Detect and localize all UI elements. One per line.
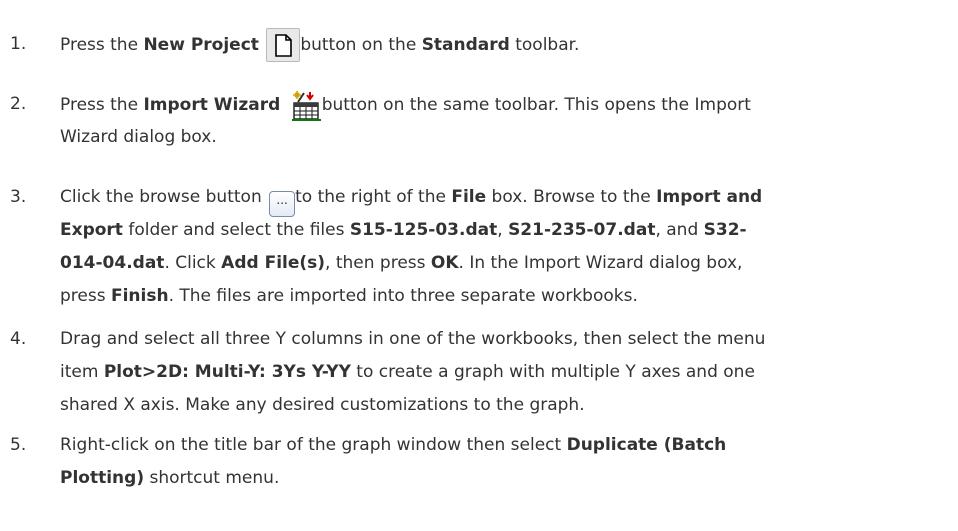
step-line: Right-click on the title bar of the grap… <box>60 429 726 462</box>
text <box>280 95 285 115</box>
step-number: 5. <box>10 435 27 455</box>
text: box. Browse to the <box>486 187 657 207</box>
text: press <box>60 286 111 306</box>
menu-item: Plotting) <box>60 468 145 488</box>
text: . The files are imported into three sepa… <box>168 286 638 306</box>
ui-term: Finish <box>110 286 169 306</box>
text: shared X axis. Make any desired customiz… <box>60 395 585 415</box>
ui-term: Import Wizard <box>143 95 281 115</box>
ui-term: Export <box>60 220 123 240</box>
step-line: item Plot>2D: Multi-Y: 3Ys Y-YY to creat… <box>60 356 755 389</box>
text: , <box>497 220 509 240</box>
ui-term: New Project <box>143 35 259 55</box>
text: . In the Import Wizard dialog box, <box>458 253 743 273</box>
step-number: 2. <box>10 94 27 114</box>
menu-item: Duplicate (Batch <box>566 435 727 455</box>
step-line: Click the browse button ... to the right … <box>60 181 762 217</box>
file-name: S32- <box>703 220 747 240</box>
text <box>259 35 264 55</box>
text: to the right of the <box>295 187 452 207</box>
ui-term: Add File(s) <box>221 253 326 273</box>
text: Wizard dialog box. <box>60 127 217 147</box>
file-name: S15-125-03.dat <box>349 220 498 240</box>
step-line: Press the New Project button on the Stan… <box>60 28 579 62</box>
text: item <box>60 362 104 382</box>
step-line: shared X axis. Make any desired customiz… <box>60 389 585 422</box>
step-number: 1. <box>10 34 27 54</box>
file-name: S21-235-07.dat <box>508 220 656 240</box>
text: toolbar. <box>509 35 580 55</box>
menu-path: Plot>2D: Multi-Y: 3Ys Y-YY <box>103 362 351 382</box>
step-line: press Finish. The files are imported int… <box>60 280 638 313</box>
text: Press the <box>60 35 144 55</box>
ui-term: File <box>451 187 487 207</box>
step-number: 4. <box>10 329 27 349</box>
text: Drag and select all three Y columns in o… <box>60 329 766 349</box>
ui-term: OK <box>430 253 459 273</box>
text: , and <box>655 220 704 240</box>
new-project-icon <box>266 28 301 62</box>
ui-term: Standard <box>421 35 510 55</box>
step-line: Wizard dialog box. <box>60 121 217 154</box>
text: button on the <box>300 35 422 55</box>
import-wizard-icon <box>288 88 322 122</box>
step-line: Plotting) shortcut menu. <box>60 462 279 495</box>
text: folder and select the files <box>122 220 350 240</box>
text: button on the same toolbar. This opens t… <box>321 95 751 115</box>
text: Click the browse button <box>60 187 268 207</box>
text: to create a graph with multiple Y axes a… <box>350 362 755 382</box>
text: Right-click on the title bar of the grap… <box>60 435 567 455</box>
step-line: 014-04.dat. Click Add File(s), then pres… <box>60 247 742 280</box>
step-line: Export folder and select the files S15-1… <box>60 214 747 247</box>
ui-term: Import and <box>656 187 763 207</box>
text: , then press <box>325 253 431 273</box>
text: . Click <box>164 253 222 273</box>
text: Press the <box>60 95 144 115</box>
step-line: Drag and select all three Y columns in o… <box>60 323 765 356</box>
step-line: Press the Import Wizard button on the sa… <box>60 88 751 122</box>
text: shortcut menu. <box>144 468 280 488</box>
step-number: 3. <box>10 187 27 207</box>
file-name: 014-04.dat <box>60 253 165 273</box>
